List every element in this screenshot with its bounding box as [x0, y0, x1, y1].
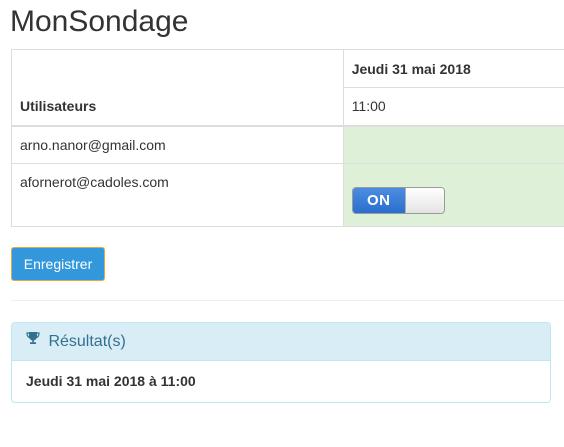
table-header-row: Utilisateurs Jeudi 31 mai 2018 — [11, 49, 564, 127]
user-email: arno.nanor@gmail.com — [11, 125, 344, 164]
table-row: afornerot@cadoles.com ON — [11, 163, 564, 227]
table-row: arno.nanor@gmail.com — [11, 125, 564, 164]
vote-toggle-switch[interactable]: ON — [351, 187, 445, 214]
page-title: MonSondage — [10, 5, 189, 38]
trophy-icon — [26, 322, 40, 359]
results-panel: Résultat(s) Jeudi 31 mai 2018 à 11:00 — [11, 322, 551, 403]
vote-cell — [343, 125, 564, 164]
results-heading-label: Résultat(s) — [48, 333, 126, 350]
save-button[interactable]: Enregistrer — [11, 247, 105, 281]
poll-table: Utilisateurs Jeudi 31 mai 2018 11:00 arn… — [11, 49, 564, 227]
toggle-handle[interactable] — [404, 188, 444, 213]
user-email: afornerot@cadoles.com — [11, 163, 344, 227]
vote-cell: ON — [343, 163, 564, 227]
date-column-header: Jeudi 31 mai 2018 — [343, 49, 564, 88]
results-winner: Jeudi 31 mai 2018 à 11:00 — [26, 373, 196, 389]
divider — [11, 300, 564, 301]
toggle-on-label: ON — [352, 188, 405, 213]
users-column-header: Utilisateurs — [11, 49, 344, 127]
results-heading: Résultat(s) — [12, 323, 550, 361]
time-column-header: 11:00 — [343, 87, 564, 127]
